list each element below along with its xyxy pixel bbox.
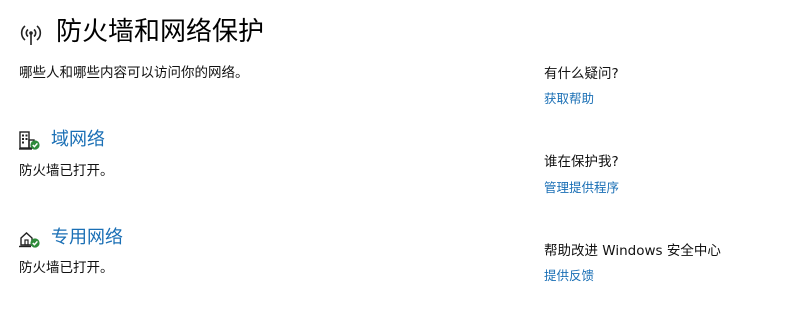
private-network-status: 防火墙已打开。 <box>19 260 114 276</box>
domain-network-icon <box>19 131 40 150</box>
domain-network-link[interactable]: 域网络 <box>51 128 105 152</box>
improve-heading: 帮助改进 Windows 安全中心 <box>544 243 721 259</box>
give-feedback-link[interactable]: 提供反馈 <box>544 267 594 285</box>
protector-question: 谁在保护我? <box>544 154 619 170</box>
firewall-network-icon <box>20 25 42 45</box>
private-network-icon <box>19 232 40 248</box>
page-title: 防火墙和网络保护 <box>56 17 265 47</box>
manage-providers-link[interactable]: 管理提供程序 <box>544 179 619 197</box>
get-help-link[interactable]: 获取帮助 <box>544 90 594 108</box>
page-subtitle: 哪些人和哪些内容可以访问你的网络。 <box>19 65 249 81</box>
private-network-link[interactable]: 专用网络 <box>51 226 123 250</box>
help-question: 有什么疑问? <box>544 66 619 82</box>
domain-network-status: 防火墙已打开。 <box>19 163 114 179</box>
